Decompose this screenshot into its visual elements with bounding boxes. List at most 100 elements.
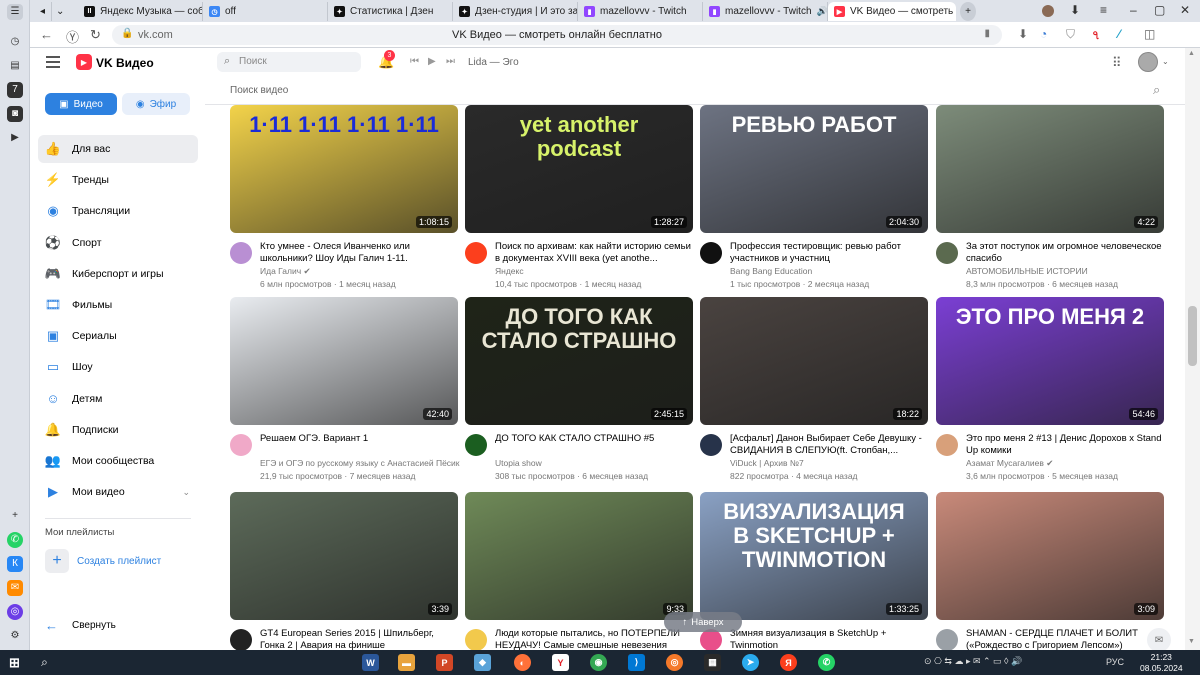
video-thumbnail[interactable]: 3:39 <box>230 492 458 620</box>
tab-twitch-1[interactable]: ▮ mazellovvv - Twitch <box>578 2 703 21</box>
video-title[interactable]: За этот поступок им огромное человеческо… <box>966 241 1162 265</box>
new-tab-button[interactable]: + <box>960 2 976 21</box>
system-tray[interactable]: ⊙ ⎔ ⇆ ☁ ▸ ✉ ⌃ ▭ ◊ 🔊 <box>924 656 1022 667</box>
channel-avatar[interactable] <box>230 629 252 650</box>
settings-icon[interactable]: ⚙ <box>7 628 23 644</box>
page-scrollbar[interactable]: ▲ ▼ <box>1185 48 1200 650</box>
mail-icon[interactable]: ✉ <box>7 580 23 596</box>
menu-icon[interactable]: ≡ <box>1100 3 1107 17</box>
channel-avatar[interactable] <box>230 242 252 264</box>
channel-avatar[interactable] <box>700 434 722 456</box>
vscode-icon[interactable]: ⟩ <box>628 654 645 671</box>
tab-yandex-music[interactable]: II Яндекс Музыка — собир <box>78 2 203 21</box>
video-panel-icon[interactable]: ▶ <box>7 130 23 146</box>
channel-name[interactable]: АВТОМОБИЛЬНЫЕ ИСТОРИИ <box>966 266 1088 276</box>
channel-avatar[interactable] <box>936 434 958 456</box>
close-window-icon[interactable]: ✕ <box>1180 3 1190 17</box>
protect-icon[interactable]: ◔ <box>1040 27 1047 41</box>
whatsapp-icon[interactable]: ✆ <box>7 532 23 548</box>
next-track-icon[interactable]: ⏭ <box>446 56 455 67</box>
language-indicator[interactable]: РУС <box>1106 657 1124 667</box>
channel-name[interactable]: Bang Bang Education <box>730 266 812 276</box>
video-thumbnail[interactable]: 4:22 <box>936 105 1164 233</box>
video-thumbnail[interactable]: ДО ТОГО КАК СТАЛО СТРАШНО 2:45:15 <box>465 297 693 425</box>
user-avatar[interactable] <box>1138 52 1158 72</box>
word-icon[interactable]: W <box>362 654 379 671</box>
sound-icon[interactable]: 🔊 <box>817 6 827 17</box>
app-cube-icon[interactable]: ◆ <box>474 654 491 671</box>
tab-nav-back-button[interactable]: ◂ <box>34 2 52 21</box>
shield-icon[interactable]: ⛉ <box>1066 27 1075 42</box>
app-dark-icon[interactable]: ▦ <box>704 654 721 671</box>
hamburger-menu-icon[interactable] <box>46 56 60 68</box>
bookmark-icon[interactable]: ▮ <box>984 28 990 39</box>
now-playing-track[interactable]: Lida — Эго <box>468 57 519 68</box>
video-card[interactable]: 9:33 Люди которые пытались, но ПОТЕРПЕЛИ … <box>465 492 693 650</box>
sidebar-item[interactable]: 🎮 Киберспорт и игры <box>38 260 198 288</box>
video-thumbnail[interactable]: yet another podcast 1:28:27 <box>465 105 693 233</box>
tab-vk-video[interactable]: ▶VK Видео — смотреть о× <box>828 2 956 21</box>
video-title[interactable]: GT4 European Series 2015 | Шпильберг, Го… <box>260 628 456 650</box>
video-card[interactable]: ЭТО ПРО МЕНЯ 2 54:46 Это про меня 2 #13 | … <box>936 297 1164 482</box>
sidebar-item[interactable]: ▭ Шоу <box>38 353 198 381</box>
video-title[interactable]: SHAMAN - СЕРДЦЕ ПЛАЧЕТ И БОЛИТ («Рождест… <box>966 628 1162 650</box>
sidebar-item[interactable]: ⚡ Тренды <box>38 166 198 194</box>
video-title[interactable]: Поиск по архивам: как найти историю семь… <box>495 241 691 265</box>
history-icon[interactable]: ◷ <box>7 34 23 50</box>
video-card[interactable]: 42:40 Решаем ОГЭ. Вариант 1 ЕГЭ и ОГЭ по р… <box>230 297 460 482</box>
reload-icon[interactable]: ↻ <box>90 27 101 43</box>
collapse-sidebar-button[interactable]: ← Свернуть <box>45 618 116 633</box>
video-title[interactable]: Зимняя визуализация в SketchUp + Twinmot… <box>730 628 926 650</box>
folder-icon[interactable]: ▬ <box>398 654 415 671</box>
video-title[interactable]: Это про меня 2 #13 | Денис Дорохов х Sta… <box>966 433 1162 457</box>
panel-7-icon[interactable]: 7 <box>7 82 23 98</box>
channel-avatar[interactable] <box>700 242 722 264</box>
sidebar-item[interactable]: ◉ Трансляции <box>38 197 198 225</box>
channel-name[interactable]: ViDuck | Архив №7 <box>730 458 804 468</box>
sidebar-item[interactable]: 🔔 Подписки <box>38 416 198 444</box>
video-title[interactable]: Люди которые пытались, но ПОТЕРПЕЛИ НЕУД… <box>495 628 691 650</box>
scroll-to-top-button[interactable]: ↑ Наверх <box>664 612 742 632</box>
brand-name[interactable]: VK Видео <box>96 56 154 70</box>
header-search-input[interactable]: ⌕ Поиск <box>217 52 361 72</box>
channel-name[interactable]: ЕГЭ и ОГЭ по русскому языку с Анастасией… <box>260 458 460 468</box>
chat-icon[interactable]: ✉ <box>1147 628 1171 650</box>
video-card[interactable]: 4:22 За этот поступок им огромное человеч… <box>936 105 1164 290</box>
sidebar-item[interactable]: 🎞 Фильмы <box>38 291 198 319</box>
video-title[interactable]: Профессия тестировщик: ревью работ участ… <box>730 241 926 265</box>
chevron-down-icon[interactable]: ⌄ <box>1162 57 1169 66</box>
video-card[interactable]: 3:39 GT4 European Series 2015 | Шпильберг… <box>230 492 458 650</box>
minimize-icon[interactable]: – <box>1130 3 1137 17</box>
sidebar-item[interactable]: 👍 Для вас <box>38 135 198 163</box>
ext-blue-icon[interactable]: ⁄ <box>1118 27 1120 41</box>
video-thumbnail[interactable]: ВИЗУАЛИЗАЦИЯ В SKETCHUP + TWINMOTION 1:33… <box>700 492 928 620</box>
video-title[interactable]: Кто умнее - Олеся Иванченко или школьник… <box>260 241 456 265</box>
video-card[interactable]: 1·11 1·11 1·11 1·11 1:08:15 Кто умнее - Ол… <box>230 105 458 290</box>
video-thumbnail[interactable]: 9:33 <box>465 492 693 620</box>
prev-track-icon[interactable]: ⏮ <box>410 56 419 67</box>
blender-icon[interactable]: ◎ <box>666 654 683 671</box>
channel-name[interactable]: Азамат Мусагалиев ✔ <box>966 458 1053 469</box>
url-field[interactable]: 🔒 vk.com VK Видео — смотреть онлайн бесп… <box>112 25 1002 45</box>
chevron-down-icon[interactable]: ⌄ <box>182 487 190 498</box>
channel-avatar[interactable] <box>465 434 487 456</box>
video-button[interactable]: ▣ Видео <box>45 93 117 115</box>
yandex-browser-icon[interactable]: Y <box>552 654 569 671</box>
video-thumbnail[interactable]: ЭТО ПРО МЕНЯ 2 54:46 <box>936 297 1164 425</box>
video-card[interactable]: РЕВЬЮ РАБОТ 2:04:30 Профессия тестировщик:… <box>700 105 928 290</box>
search-icon[interactable]: ⌕ <box>1153 82 1160 98</box>
vk-icon[interactable]: К <box>7 556 23 572</box>
tab-dzen-stats[interactable]: ✦ Статистика | Дзен <box>328 2 453 21</box>
channel-avatar[interactable] <box>700 629 722 650</box>
channel-name[interactable]: Ида Галич ✔ <box>260 266 311 277</box>
download-icon[interactable]: ⬇ <box>1018 27 1028 41</box>
play-icon[interactable]: ▶ <box>428 56 436 67</box>
puzzle-icon[interactable]: ◫ <box>1144 27 1155 41</box>
system-clock[interactable]: 21:23 08.05.2024 <box>1140 652 1183 674</box>
panel-chat-icon[interactable]: ◙ <box>7 106 23 122</box>
video-title[interactable]: ДО ТОГО КАК СТАЛО СТРАШНО #5 <box>495 433 691 445</box>
tab-twitch-2[interactable]: ▮ mazellovvv - Twitch 🔊 <box>703 2 828 21</box>
channel-avatar[interactable] <box>230 434 252 456</box>
channel-avatar[interactable] <box>936 629 958 650</box>
browser-menu-icon[interactable]: ☰ <box>7 4 23 20</box>
